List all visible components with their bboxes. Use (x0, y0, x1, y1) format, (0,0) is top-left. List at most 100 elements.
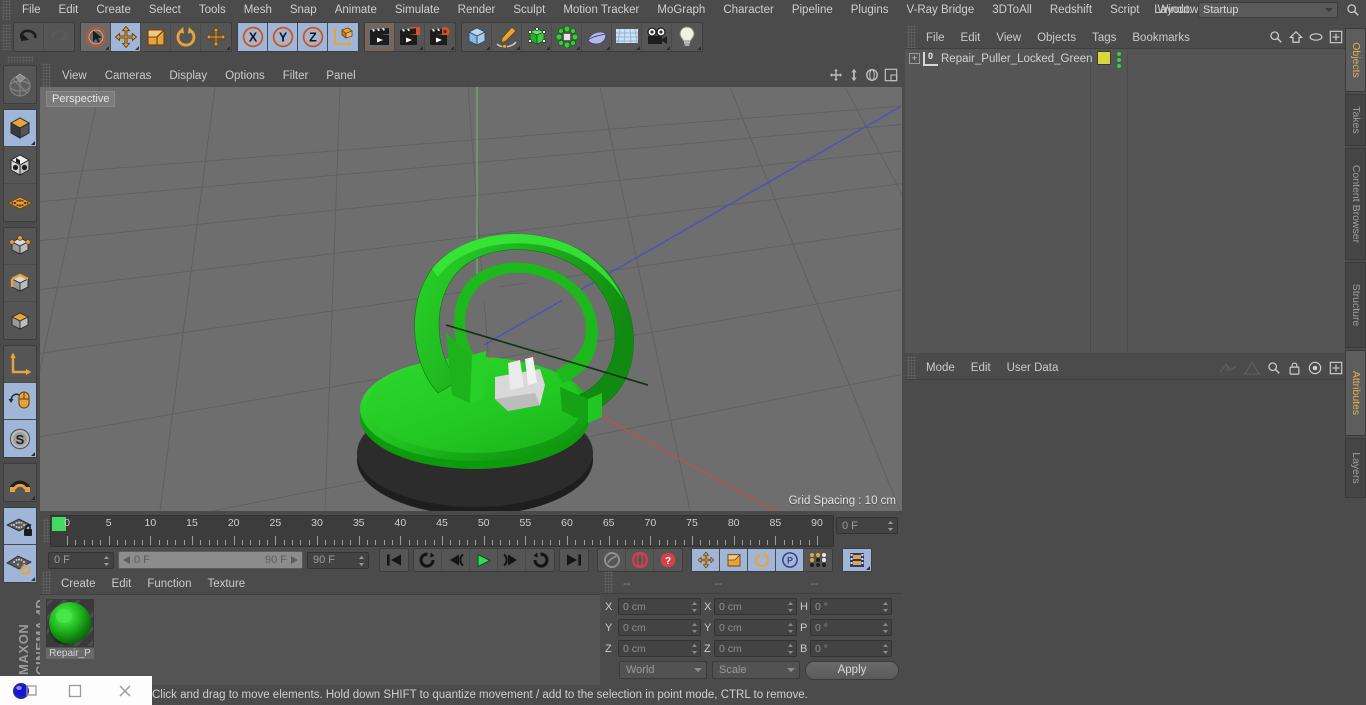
target-icon[interactable] (1308, 361, 1322, 375)
attribute-content[interactable] (905, 379, 1345, 688)
tool-options-corner[interactable] (226, 46, 230, 50)
spinner-icon[interactable] (787, 643, 794, 655)
dolly-view-icon[interactable] (848, 68, 860, 82)
menu-item-script[interactable]: Script (1101, 0, 1148, 20)
spinner-icon[interactable] (882, 601, 889, 613)
menu-item-render[interactable]: Render (449, 0, 505, 20)
viewport-menu-item-panel[interactable]: Panel (317, 65, 364, 87)
attribute-manager-menu-item-mode[interactable]: Mode (918, 358, 963, 379)
bend-deformer-button[interactable] (582, 23, 612, 51)
coord-size-field[interactable]: 0 cm (714, 619, 797, 636)
visibility-icon[interactable] (1309, 32, 1323, 42)
attribute-manager-menu-item-user-data[interactable]: User Data (999, 358, 1067, 379)
material-item[interactable]: Repair_P (46, 599, 94, 661)
home-icon[interactable] (1289, 30, 1303, 44)
coord-rotation-field[interactable]: 0 ° (810, 640, 892, 657)
menu-item-pipeline[interactable]: Pipeline (783, 0, 842, 20)
go-to-end-button[interactable] (560, 549, 588, 571)
viewport-menu-item-view[interactable]: View (53, 65, 96, 87)
viewport-menu-item-cameras[interactable]: Cameras (96, 65, 161, 87)
viewport-menu-item-display[interactable]: Display (160, 65, 216, 87)
attribute-manager-grip[interactable] (907, 355, 916, 382)
search-icon[interactable] (1267, 361, 1281, 375)
menu-item-sculpt[interactable]: Sculpt (504, 0, 554, 20)
menu-item-character[interactable]: Character (714, 0, 783, 20)
expand-toggle-icon[interactable]: + (909, 53, 920, 64)
material-tag-swatch[interactable] (1097, 51, 1111, 65)
coordinate-mode-dropdown[interactable]: Scale (712, 661, 800, 679)
object-manager-menu-item-edit[interactable]: Edit (953, 28, 989, 48)
scrub-right-arrow-icon[interactable] (290, 556, 298, 564)
material-list[interactable]: Repair_P (40, 594, 600, 687)
step-forward-button[interactable] (498, 549, 526, 571)
x-axis-button[interactable]: X (238, 23, 268, 51)
viewport-menu-item-options[interactable]: Options (216, 65, 274, 87)
end-frame-field[interactable]: 90 F (307, 551, 369, 569)
light-button[interactable] (672, 23, 702, 51)
play-backwards-loop-button[interactable] (414, 549, 442, 571)
right-tab-attributes[interactable]: Attributes (1345, 350, 1366, 436)
coord-position-field[interactable]: 0 cm (618, 619, 701, 636)
edge-mode-button[interactable] (4, 265, 36, 302)
menu-item-v-ray-bridge[interactable]: V-Ray Bridge (897, 0, 983, 20)
cube-primitive-button[interactable] (462, 23, 492, 51)
menu-item-snap[interactable]: Snap (281, 0, 326, 20)
tool-options-corner[interactable] (697, 46, 701, 50)
start-frame-field[interactable]: 0 F (48, 551, 114, 569)
autokeying-button[interactable] (598, 549, 626, 571)
spinner-icon[interactable] (691, 601, 698, 613)
tool-options-corner[interactable] (666, 46, 670, 50)
menu-item-redshift[interactable]: Redshift (1041, 0, 1101, 20)
move-alt-button[interactable] (201, 23, 231, 51)
coord-rotation-field[interactable]: 0 ° (810, 619, 892, 636)
pan-view-icon[interactable] (829, 68, 843, 82)
enable-axis-button[interactable] (4, 346, 36, 383)
timeline-scrubber[interactable]: 0 F 90 F (118, 551, 303, 569)
object-tree[interactable]: + 0 Repair_Puller_Locked_Green (905, 48, 1345, 354)
timeline-ruler[interactable]: 0 5 10 15 20 25 30 35 40 45 50 55 60 65 70 75 80 85 90 (50, 515, 834, 547)
attribute-manager-menu-item-edit[interactable]: Edit (963, 358, 999, 379)
scale-tool-button[interactable] (141, 23, 171, 51)
array-button[interactable] (552, 23, 582, 51)
spinner-icon[interactable] (882, 622, 889, 634)
move-tool-button[interactable] (111, 23, 141, 51)
left-toolbar-grip[interactable] (7, 56, 33, 63)
coordinate-system-dropdown[interactable]: World (619, 661, 707, 679)
material-menu-item-texture[interactable]: Texture (199, 574, 253, 594)
key-scale-button[interactable] (720, 549, 748, 571)
loop-playback-button[interactable] (526, 549, 554, 571)
tool-options-corner[interactable] (636, 46, 640, 50)
menu-item-edit[interactable]: Edit (50, 0, 88, 20)
key-parameter-button[interactable]: P (776, 549, 804, 571)
spinner-icon[interactable] (358, 555, 365, 567)
step-back-button[interactable] (442, 549, 470, 571)
spinner-icon[interactable] (887, 520, 894, 532)
tool-options-corner[interactable] (419, 46, 423, 50)
record-active-objects-button[interactable] (626, 549, 654, 571)
coord-position-field[interactable]: 0 cm (618, 640, 701, 657)
tool-options-corner[interactable] (866, 566, 870, 570)
object-mode-button[interactable] (4, 110, 36, 147)
uv-mesh-mode-button[interactable] (4, 184, 36, 221)
spline-icon[interactable] (1244, 361, 1260, 375)
spinner-icon[interactable] (787, 622, 794, 634)
visibility-dots[interactable] (1115, 52, 1123, 68)
toolbar-grip[interactable] (2, 24, 11, 50)
polygon-mode-button[interactable] (4, 302, 36, 339)
menu-item-plugins[interactable]: Plugins (842, 0, 898, 20)
tool-options-corner[interactable] (31, 141, 35, 145)
go-to-start-button[interactable] (380, 549, 408, 571)
material-menu-item-edit[interactable]: Edit (104, 574, 140, 594)
redo-button[interactable] (44, 23, 74, 51)
right-tab-structure[interactable]: Structure (1345, 262, 1366, 348)
apply-button[interactable]: Apply (805, 660, 899, 680)
z-axis-button[interactable]: Z (298, 23, 328, 51)
spinner-icon[interactable] (882, 643, 889, 655)
layout-dropdown[interactable]: Startup (1198, 2, 1338, 18)
tweak-mode-button[interactable] (4, 66, 36, 103)
search-icon[interactable] (1269, 30, 1283, 44)
magnet-snap-button[interactable] (4, 464, 36, 501)
tool-options-corner[interactable] (576, 46, 580, 50)
rotate-tool-button[interactable] (171, 23, 201, 51)
cinema4d-app-button[interactable] (0, 676, 50, 705)
